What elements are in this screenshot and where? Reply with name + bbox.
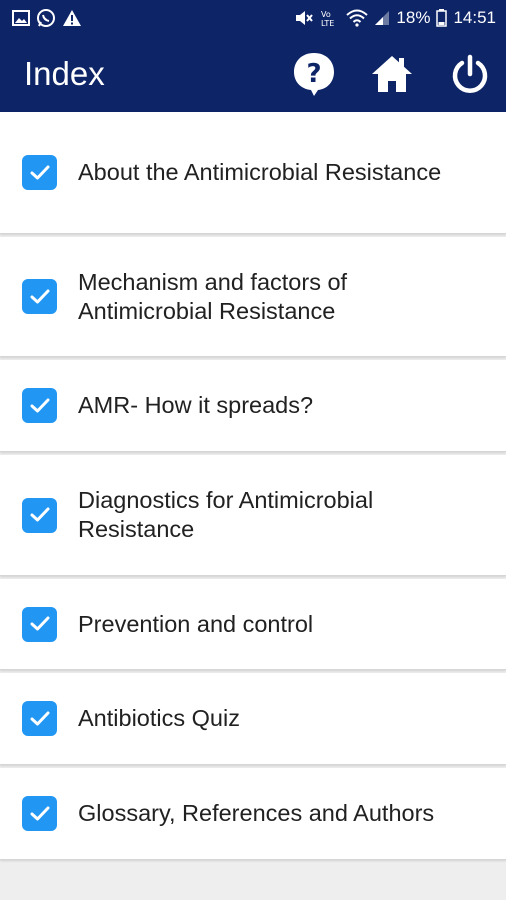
checkbox-checked-icon[interactable] (22, 796, 57, 831)
list-item[interactable]: Prevention and control (0, 579, 506, 670)
whatsapp-icon (36, 8, 56, 28)
list-item-label: About the Antimicrobial Resistance (78, 159, 442, 185)
status-bar-right: Vo LTE 18% 14:51 (294, 8, 496, 28)
checkbox-checked-icon[interactable] (22, 497, 57, 533)
list-item-label: Antibiotics Quiz (78, 705, 240, 731)
checkbox-checked-icon[interactable] (22, 388, 57, 423)
battery-icon (436, 9, 448, 27)
clock: 14:51 (453, 8, 496, 27)
checkbox-checked-icon[interactable] (22, 155, 57, 190)
mute-icon (294, 9, 314, 27)
index-list: About the Antimicrobial Resistance Mecha… (0, 112, 506, 863)
checkbox-checked-icon[interactable] (22, 606, 57, 642)
list-item[interactable]: Antibiotics Quiz (0, 673, 506, 765)
list-item[interactable]: Glossary, References and Authors (0, 768, 506, 860)
list-item[interactable]: Diagnostics for Antimicrobial Resistance (0, 455, 506, 576)
svg-text:LTE: LTE (321, 19, 334, 28)
list-item-label: AMR- How it spreads? (78, 392, 314, 418)
page-title: Index (24, 55, 105, 92)
status-bar: Vo LTE 18% 14:51 (0, 0, 506, 36)
list-item[interactable]: AMR- How it spreads? (0, 360, 506, 452)
svg-text:Vo: Vo (321, 10, 331, 19)
signal-icon (374, 10, 390, 26)
list-item-label: Prevention and control (78, 610, 314, 637)
app-bar: Index ? (0, 36, 506, 112)
list-item-label: Diagnostics for Antimicrobial Resistance (78, 487, 374, 542)
power-button[interactable] (440, 44, 500, 104)
checkbox-checked-icon[interactable] (22, 701, 57, 736)
list-item-label: Glossary, References and Authors (78, 800, 435, 826)
volte-icon: Vo LTE (320, 8, 340, 28)
warning-icon (62, 9, 82, 27)
checkbox-checked-icon[interactable] (22, 279, 57, 314)
image-icon (12, 10, 30, 26)
status-bar-left (12, 8, 82, 28)
list-item[interactable]: Mechanism and factors of Antimicrobial R… (0, 237, 506, 357)
list-item[interactable]: About the Antimicrobial Resistance (0, 112, 506, 234)
help-icon: ? (294, 53, 334, 96)
wifi-icon (346, 9, 369, 27)
battery-percent: 18% (396, 8, 431, 27)
help-button[interactable]: ? (284, 44, 344, 104)
list-item-label: Mechanism and factors of Antimicrobial R… (78, 268, 348, 324)
power-icon (452, 54, 488, 93)
svg-text:?: ? (306, 59, 321, 89)
app-actions: ? (266, 44, 506, 104)
home-button[interactable] (362, 44, 422, 104)
home-icon (372, 56, 412, 92)
